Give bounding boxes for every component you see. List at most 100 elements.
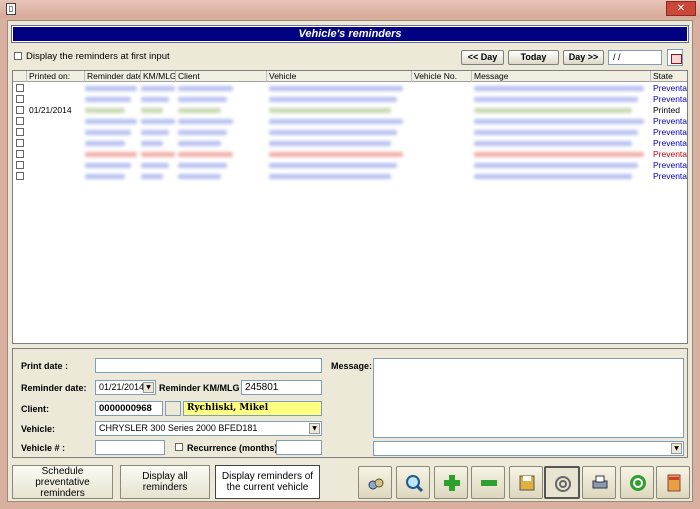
redacted-cell <box>141 86 175 91</box>
redacted-cell <box>474 174 632 179</box>
delete-button[interactable] <box>471 466 505 499</box>
table-header: Printed on: Reminder date KM/MLG Client … <box>13 71 687 82</box>
magnifier-button[interactable] <box>396 466 430 499</box>
row-checkbox[interactable] <box>16 150 24 158</box>
print-date-input[interactable] <box>95 358 322 373</box>
vehicle-no-input[interactable] <box>95 440 165 455</box>
chevron-down-icon[interactable]: ▼ <box>143 382 154 393</box>
display-current-vehicle-button[interactable]: Display reminders of the current vehicle <box>215 465 320 499</box>
reminders-table[interactable]: Printed on: Reminder date KM/MLG Client … <box>12 70 688 344</box>
recurrence-checkbox[interactable] <box>175 443 183 451</box>
redacted-cell <box>269 141 391 146</box>
table-row[interactable]: Preventativ <box>13 160 688 171</box>
redacted-cell <box>178 163 227 168</box>
vehicle-select[interactable]: CHRYSLER 300 Series 2000 BFED181 ▼ <box>95 421 322 436</box>
next-day-button[interactable]: Day >> <box>563 50 604 65</box>
header-km[interactable]: KM/MLG <box>141 71 176 82</box>
cell-state: Preventativ <box>653 160 688 170</box>
redacted-cell <box>85 163 131 168</box>
header-message[interactable]: Message <box>472 71 651 82</box>
reminder-km-input[interactable]: 245801 <box>241 380 322 395</box>
cell-printed-on <box>27 83 85 94</box>
row-checkbox[interactable] <box>16 84 24 92</box>
cell-state: Preventativ <box>653 149 688 159</box>
header-vehicle[interactable]: Vehicle <box>267 71 412 82</box>
table-row[interactable]: Preventativ <box>13 149 688 160</box>
row-checkbox[interactable] <box>16 128 24 136</box>
redacted-cell <box>141 130 169 135</box>
cell-printed-on <box>27 94 85 105</box>
redacted-cell <box>269 86 403 91</box>
message-textarea[interactable] <box>373 358 684 438</box>
printer-icon <box>592 475 608 489</box>
redacted-cell <box>85 152 137 157</box>
cell-printed-on <box>27 171 85 182</box>
search-icon[interactable] <box>165 401 181 416</box>
table-row[interactable]: Preventativ <box>13 171 688 182</box>
row-checkbox[interactable] <box>16 139 24 147</box>
client-name-field: Rychliski, Mikel <box>183 401 322 416</box>
table-row[interactable]: Preventativ <box>13 127 687 138</box>
header-state[interactable]: State <box>651 71 687 82</box>
reminder-detail-form: Print date : Message: ▼ Reminder date: 0… <box>12 348 688 458</box>
calendar-icon[interactable] <box>667 49 683 66</box>
display-first-checkbox[interactable] <box>14 52 22 61</box>
table-row[interactable]: Preventativ <box>13 94 688 105</box>
row-checkbox[interactable] <box>16 106 24 114</box>
print-button[interactable] <box>582 466 616 499</box>
reminder-date-select[interactable]: 01/21/2014 ▼ <box>95 380 156 395</box>
redacted-cell <box>85 174 125 179</box>
reminder-date-label: Reminder date: <box>21 383 87 393</box>
header-printed-on[interactable]: Printed on: <box>27 71 85 82</box>
row-checkbox[interactable] <box>16 95 24 103</box>
today-button[interactable]: Today <box>508 50 559 65</box>
table-row[interactable]: 01/21/2014 Printed <box>13 105 687 116</box>
refresh-button[interactable] <box>620 466 654 499</box>
display-all-button[interactable]: Display all reminders <box>120 465 210 499</box>
save-button[interactable] <box>509 466 543 499</box>
binoculars-icon <box>368 478 384 490</box>
redacted-cell <box>141 141 163 146</box>
add-button[interactable] <box>434 466 468 499</box>
row-checkbox[interactable] <box>16 161 24 169</box>
redacted-cell <box>269 108 391 113</box>
vehicle-no-label: Vehicle # : <box>21 443 66 453</box>
reminders-window: Vehicle's reminders Display the reminder… <box>7 20 693 502</box>
table-row[interactable]: Preventativ <box>13 116 688 127</box>
exit-door-icon <box>667 474 681 492</box>
magnifier-icon <box>406 475 423 492</box>
redacted-cell <box>141 97 169 102</box>
chevron-down-icon[interactable]: ▼ <box>309 423 320 434</box>
chevron-down-icon[interactable]: ▼ <box>671 443 682 454</box>
row-checkbox[interactable] <box>16 117 24 125</box>
cell-state: Preventativ <box>653 94 688 104</box>
message-template-select[interactable]: ▼ <box>373 441 684 456</box>
header-reminder-date[interactable]: Reminder date <box>85 71 141 82</box>
row-checkbox[interactable] <box>16 172 24 180</box>
header-client[interactable]: Client <box>176 71 267 82</box>
email-button[interactable] <box>544 466 580 499</box>
redacted-cell <box>141 163 169 168</box>
exit-button[interactable] <box>656 466 690 499</box>
vehicle-label: Vehicle: <box>21 424 56 434</box>
display-first-input-option[interactable]: Display the reminders at first input <box>14 51 170 62</box>
redacted-cell <box>269 119 403 124</box>
cell-state: Preventativ <box>653 116 688 126</box>
redacted-cell <box>474 141 632 146</box>
toolbar: Display the reminders at first input << … <box>12 48 688 68</box>
table-row[interactable]: Preventativ <box>13 83 687 94</box>
cell-state: Preventativ <box>653 171 688 181</box>
schedule-preventative-button[interactable]: Schedule preventative reminders <box>12 465 113 499</box>
cell-printed-on <box>27 127 85 138</box>
recurrence-input[interactable] <box>276 440 322 455</box>
date-input[interactable]: / / <box>608 50 662 65</box>
prev-day-button[interactable]: << Day <box>461 50 504 65</box>
binoculars-button[interactable] <box>358 466 392 499</box>
client-label: Client: <box>21 404 49 414</box>
redacted-cell <box>85 130 131 135</box>
redacted-cell <box>178 86 233 91</box>
close-button[interactable]: ✕ <box>666 1 696 16</box>
header-vehicle-no[interactable]: Vehicle No. <box>412 71 472 82</box>
table-row[interactable]: Preventativ <box>13 138 687 149</box>
client-code-input[interactable]: 0000000968 <box>95 401 163 416</box>
